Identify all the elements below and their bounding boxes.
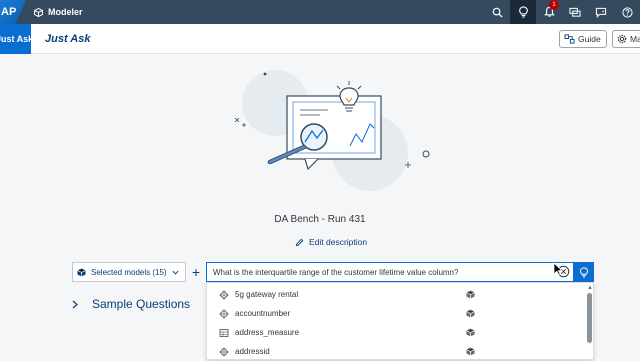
- scrollbar-thumb[interactable]: [587, 293, 592, 343]
- feedback-icon: [569, 7, 581, 17]
- shell-bar: AP Modeler 1: [0, 0, 640, 24]
- selected-models-label: Selected models (15): [91, 267, 167, 277]
- sub-header: Just Ask Just Ask Guide Ma: [0, 24, 640, 54]
- edit-description-link[interactable]: Edit description: [295, 237, 367, 247]
- cube-icon: [466, 347, 475, 356]
- tab-just-ask[interactable]: Just Ask: [0, 24, 31, 54]
- guide-label: Guide: [578, 34, 601, 44]
- sample-questions-toggle[interactable]: Sample Questions: [72, 297, 190, 311]
- mouse-cursor-icon: [553, 262, 563, 276]
- scroll-up-icon[interactable]: ▲: [587, 285, 593, 291]
- guide-button[interactable]: Guide: [559, 30, 607, 48]
- page-title: Just Ask: [45, 33, 91, 45]
- gear-icon: [617, 34, 627, 44]
- list-item-label: address_measure: [235, 328, 300, 337]
- list-item[interactable]: addressid: [207, 342, 585, 361]
- lightbulb-icon: [579, 266, 589, 278]
- settings-label: Ma: [630, 34, 640, 44]
- chevron-right-icon: [72, 300, 78, 308]
- cube-icon: [77, 267, 86, 277]
- guide-icon: [564, 34, 575, 44]
- pencil-icon: [295, 238, 304, 246]
- lightbulb-icon: [518, 6, 528, 18]
- cube-icon: [34, 7, 43, 17]
- app-name: Modeler: [48, 7, 83, 17]
- list-item-label: addressid: [235, 347, 270, 356]
- cube-icon: [466, 328, 475, 337]
- search-icon: [492, 7, 503, 18]
- ask-button[interactable]: [574, 262, 594, 282]
- app-title[interactable]: Modeler: [34, 0, 83, 24]
- help-icon: [621, 6, 633, 18]
- edit-description-label: Edit description: [309, 237, 368, 247]
- empty-state-illustration: [234, 70, 430, 191]
- search-button[interactable]: [484, 0, 510, 24]
- notifications-button[interactable]: 1: [536, 0, 562, 24]
- list-item-label: accountnumber: [235, 309, 291, 318]
- chat-button[interactable]: [588, 0, 614, 24]
- plus-icon: +: [191, 264, 201, 280]
- question-input[interactable]: [206, 262, 574, 282]
- list-item-label: 5g gateway rental: [235, 290, 299, 299]
- feedback-button[interactable]: [562, 0, 588, 24]
- list-item[interactable]: accountnumber: [207, 304, 585, 323]
- selected-models-button[interactable]: Selected models (15): [72, 262, 186, 282]
- dimension-icon: [219, 289, 229, 300]
- sample-questions-label: Sample Questions: [92, 297, 191, 311]
- add-model-button[interactable]: +: [186, 262, 206, 282]
- notification-badge: 1: [549, 0, 559, 10]
- cube-icon: [466, 309, 475, 318]
- dimension-icon: [219, 346, 229, 357]
- sap-logo[interactable]: AP: [0, 0, 26, 24]
- cube-icon: [466, 290, 475, 299]
- measure-icon: [219, 328, 229, 337]
- list-item[interactable]: address_measure: [207, 323, 585, 342]
- help-button[interactable]: [614, 0, 640, 24]
- settings-button[interactable]: Ma: [612, 30, 640, 48]
- suggestion-dropdown: 5g gateway rental accountnumber address_…: [206, 282, 594, 360]
- list-item[interactable]: 5g gateway rental: [207, 285, 585, 304]
- dimension-icon: [219, 308, 229, 319]
- run-title: DA Bench - Run 431: [274, 214, 366, 225]
- chat-icon: [595, 7, 607, 18]
- just-ask-button[interactable]: [510, 0, 536, 24]
- chevron-down-icon: [172, 270, 179, 275]
